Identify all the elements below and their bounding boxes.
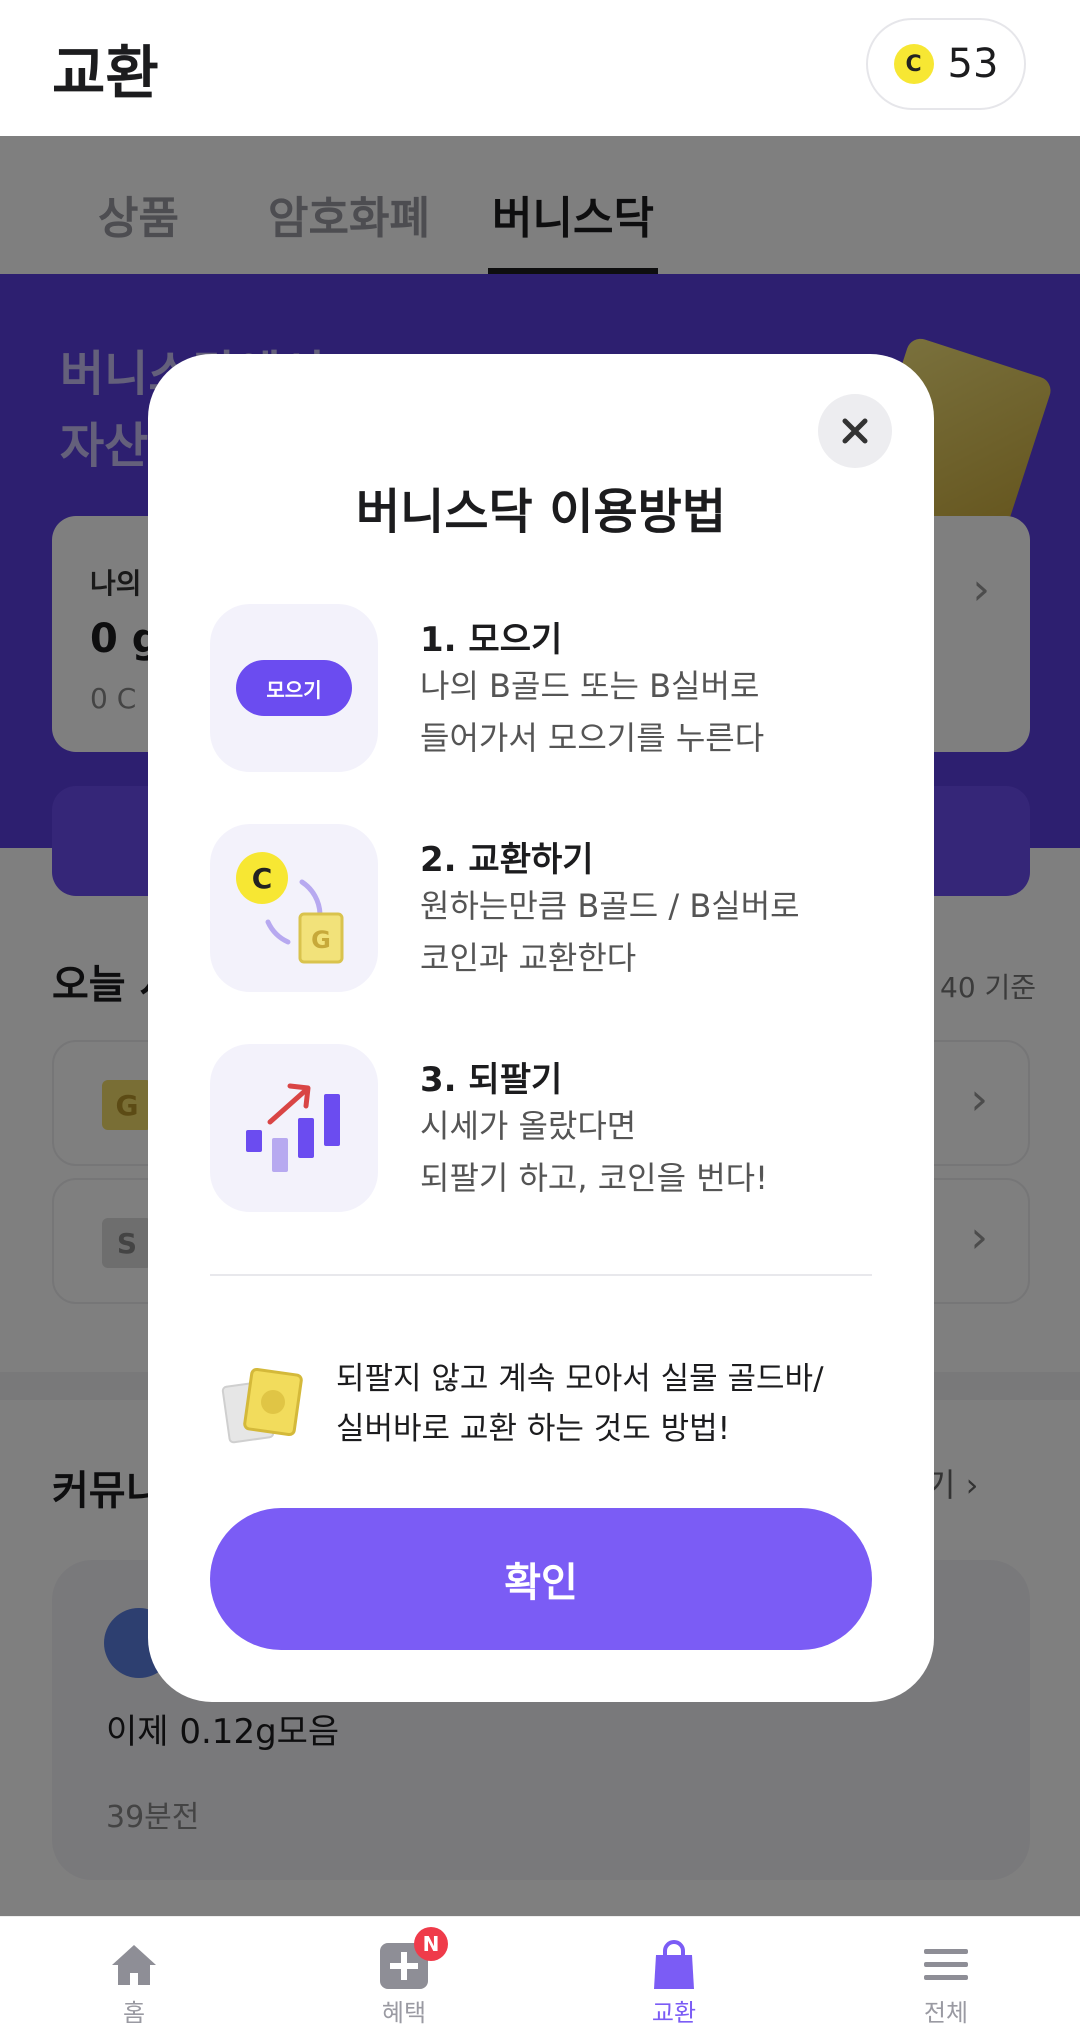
nav-exchange[interactable]: 교환 xyxy=(604,1917,744,2028)
step-title: 1. 모으기 xyxy=(420,620,563,660)
gold-silver-bar-icon xyxy=(221,1367,303,1444)
step-title: 3. 되팔기 xyxy=(420,1060,563,1100)
step-description: 나의 B골드 또는 B실버로 들어가서 모으기를 누른다 xyxy=(420,667,765,757)
page-title: 교환 xyxy=(52,39,159,107)
modal-title: 버니스닥 이용방법 xyxy=(356,484,726,540)
coin-balance-pill[interactable]: C 53 xyxy=(866,18,1026,110)
menu-icon xyxy=(924,1949,968,1980)
step-icon-box: 모으기 xyxy=(210,604,378,772)
coin-icon: C xyxy=(893,44,934,84)
home-icon xyxy=(112,1945,156,1985)
nav-home[interactable]: 홈 xyxy=(64,1917,204,2028)
close-button[interactable] xyxy=(818,394,892,468)
step-collect: 모으기 1. 모으기 나의 B골드 또는 B실버로 들어가서 모으기를 누른다 xyxy=(210,604,890,772)
step-icon-box: C G xyxy=(210,824,378,992)
coin-count: 53 xyxy=(947,41,999,87)
collect-button-icon: 모으기 xyxy=(236,660,352,716)
shopping-bag-icon xyxy=(654,1940,694,1989)
exchange-icon: C G xyxy=(236,852,344,964)
close-icon xyxy=(842,418,868,444)
bottom-navigation: 홈 N 혜택 교환 전체 xyxy=(0,1916,1080,2028)
svg-text:G: G xyxy=(311,926,331,954)
step-description: 원하는만큼 B골드 / B실버로 코인과 교환한다 xyxy=(420,887,800,977)
nav-all[interactable]: 전체 xyxy=(876,1917,1016,2028)
step-icon-box xyxy=(210,1044,378,1212)
step-resell: 3. 되팔기 시세가 올랐다면 되팔기 하고, 코인을 번다! xyxy=(210,1044,890,1212)
nav-benefits[interactable]: N 혜택 xyxy=(334,1917,474,2028)
new-badge: N xyxy=(414,1927,448,1961)
svg-text:C: C xyxy=(252,862,273,895)
tip-text: 되팔지 않고 계속 모아서 실물 골드바/ 실버바로 교환 하는 것도 방법! xyxy=(336,1361,824,1447)
divider xyxy=(210,1274,872,1276)
app-header: 교환 C 53 xyxy=(0,0,1080,136)
how-to-use-modal: 버니스닥 이용방법 모으기 1. 모으기 나의 B골드 또는 B실버로 들어가서… xyxy=(148,354,934,1702)
step-exchange: C G 2. 교환하기 원하는만큼 B골드 / B실버로 코인과 교환한다 xyxy=(210,824,890,992)
step-description: 시세가 올랐다면 되팔기 하고, 코인을 번다! xyxy=(420,1107,768,1197)
confirm-button[interactable]: 확인 xyxy=(210,1508,872,1650)
rising-chart-icon xyxy=(246,1083,340,1172)
step-title: 2. 교환하기 xyxy=(420,840,594,880)
